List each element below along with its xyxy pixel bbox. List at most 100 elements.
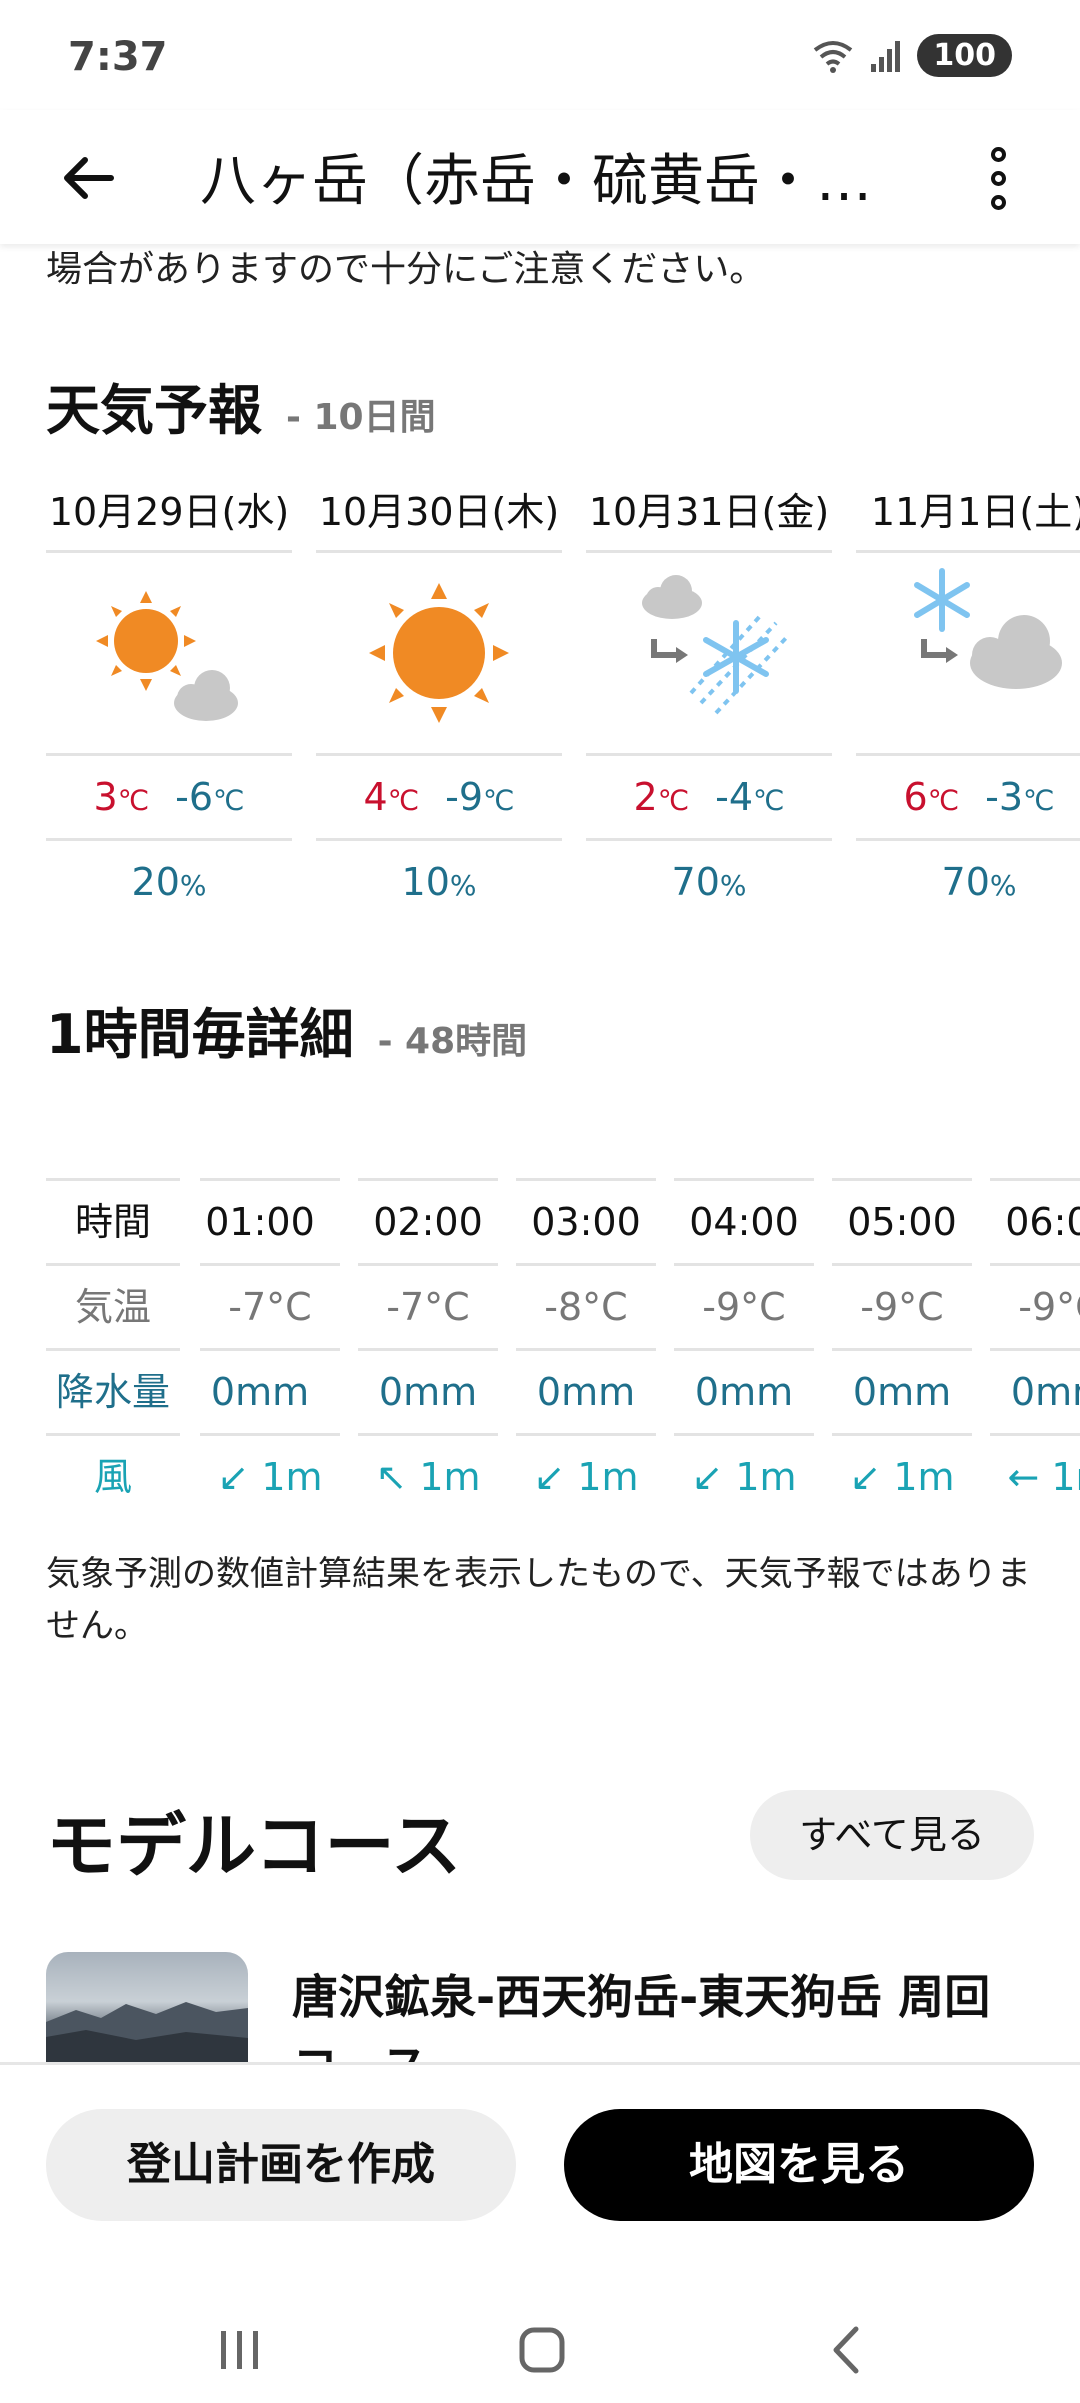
hourly-subtitle: - 48時間 [377, 1021, 528, 1062]
system-back-button[interactable] [806, 2315, 886, 2385]
recent-apps-button[interactable] [200, 2315, 280, 2385]
forecast-title: 天気予報 [46, 379, 262, 442]
model-course-title: モデルコース [46, 1805, 462, 1887]
recents-icon [221, 2331, 258, 2369]
mountain-photo [46, 2002, 248, 2062]
hour-time: 01:00 [200, 1178, 340, 1263]
home-button[interactable] [502, 2315, 582, 2385]
bottom-action-bar: 登山計画を作成 地図を見る [0, 2062, 1080, 2403]
hour-time: 02:00 [358, 1178, 498, 1263]
view-map-button[interactable]: 地図を見る [564, 2109, 1034, 2221]
hour-rain: 0mm [358, 1348, 498, 1433]
more-vert-icon [990, 146, 1006, 162]
hourly-table[interactable]: 時間 気温 降水量 風 01:00 -7°C 0mm ↙ 1m 02:00 -7… [46, 1178, 1080, 1498]
forecast-date: 10月31日(金) [586, 480, 832, 553]
forecast-day[interactable]: 10月31日(金) 2℃ -4℃ 70% [586, 480, 832, 900]
hourly-column: 04:00 -9°C 0mm ↙ 1m [674, 1178, 814, 1498]
forecast-day[interactable]: 10月29日(水) 3℃ -6℃ 20% [46, 480, 292, 900]
sunny-icon [316, 553, 562, 756]
hourly-column: 02:00 -7°C 0mm ↖ 1m [358, 1178, 498, 1498]
status-time: 7:37 [68, 34, 168, 80]
wind-direction-icon: ↙ [849, 1455, 882, 1498]
hourly-heading: 1時間毎詳細 - 48時間 [46, 990, 527, 1069]
hour-wind: ↙ 1m [832, 1433, 972, 1498]
hour-temp: -9°C [832, 1263, 972, 1348]
hour-time: 05:00 [832, 1178, 972, 1263]
course-thumbnail[interactable] [46, 1952, 248, 2062]
hourly-column: 06:00 -9°C 0mm ← 1m [990, 1178, 1080, 1498]
hour-wind: ↖ 1m [358, 1433, 498, 1498]
hour-rain: 0mm [832, 1348, 972, 1433]
hour-time: 03:00 [516, 1178, 656, 1263]
home-icon [519, 2327, 565, 2373]
more-vert-icon-dot [990, 194, 1006, 210]
hour-temp: -9°C [990, 1263, 1080, 1348]
label-wind: 風 [46, 1433, 180, 1498]
signal-icon [871, 40, 901, 72]
temp-low: -9℃ [445, 775, 515, 819]
battery-indicator: 100 [917, 34, 1012, 77]
app-bar: 八ヶ岳（赤岳・硫黄岳・… [0, 110, 1080, 244]
temp-low: -3℃ [985, 775, 1055, 819]
forecast-temps: 3℃ -6℃ [46, 756, 292, 841]
forecast-strip[interactable]: 10月29日(水) 3℃ -6℃ 20% 10月30日(木) 4℃ -9℃ 10… [46, 480, 1080, 900]
hourly-column: 03:00 -8°C 0mm ↙ 1m [516, 1178, 656, 1498]
arrow-left-icon [64, 157, 114, 199]
hour-temp: -7°C [358, 1263, 498, 1348]
forecast-date: 10月29日(水) [46, 480, 292, 553]
precip-probability: 20% [131, 860, 207, 900]
wind-direction-icon: ↙ [533, 1455, 566, 1498]
hour-rain: 0mm [516, 1348, 656, 1433]
precip-probability: 70% [671, 860, 747, 900]
forecast-date: 11月1日(土) [856, 480, 1080, 553]
temp-high: 6℃ [903, 775, 960, 819]
forecast-temps: 4℃ -9℃ [316, 756, 562, 841]
hour-rain: 0mm [674, 1348, 814, 1433]
wifi-icon [814, 40, 853, 73]
see-all-button[interactable]: すべて見る [750, 1790, 1034, 1880]
wind-direction-icon: ← [1007, 1455, 1040, 1498]
sunny-then-cloudy-icon [46, 553, 292, 756]
hourly-disclaimer: 気象予測の数値計算結果を表示したもので、天気予報ではありません。 [46, 1554, 1031, 1646]
hour-time: 04:00 [674, 1178, 814, 1263]
label-temp: 気温 [46, 1263, 180, 1348]
hour-wind: ← 1m [990, 1433, 1080, 1498]
wind-direction-icon: ↖ [375, 1455, 408, 1498]
snow-then-cloudy-icon [856, 553, 1080, 756]
more-options-button[interactable] [956, 136, 1040, 220]
hour-time: 06:00 [990, 1178, 1080, 1263]
label-time: 時間 [46, 1178, 180, 1263]
label-rain: 降水量 [46, 1348, 180, 1433]
hourly-column: 05:00 -9°C 0mm ↙ 1m [832, 1178, 972, 1498]
hourly-column: 01:00 -7°C 0mm ↙ 1m [200, 1178, 340, 1498]
chevron-left-icon [833, 2326, 859, 2374]
hour-wind: ↙ 1m [516, 1433, 656, 1498]
hour-wind: ↙ 1m [200, 1433, 340, 1498]
forecast-heading: 天気予報 - 10日間 [46, 366, 436, 445]
temp-low: -6℃ [175, 775, 245, 819]
temp-high: 4℃ [363, 775, 420, 819]
forecast-day[interactable]: 11月1日(土) 6℃ -3℃ 70% [856, 480, 1080, 900]
wind-direction-icon: ↙ [217, 1455, 250, 1498]
back-button[interactable] [46, 136, 130, 220]
forecast-temps: 6℃ -3℃ [856, 756, 1080, 841]
hour-wind: ↙ 1m [674, 1433, 814, 1498]
system-nav-bar [0, 2295, 1080, 2403]
hour-temp: -7°C [200, 1263, 340, 1348]
forecast-day[interactable]: 10月30日(木) 4℃ -9℃ 10% [316, 480, 562, 900]
hour-temp: -8°C [516, 1263, 656, 1348]
wind-direction-icon: ↙ [691, 1455, 724, 1498]
hour-rain: 0mm [200, 1348, 340, 1433]
create-plan-button[interactable]: 登山計画を作成 [46, 2109, 516, 2221]
forecast-temps: 2℃ -4℃ [586, 756, 832, 841]
forecast-date: 10月30日(木) [316, 480, 562, 553]
forecast-subtitle: - 10日間 [286, 397, 436, 438]
hour-temp: -9°C [674, 1263, 814, 1348]
cloudy-then-snow-icon [586, 553, 832, 756]
page-title: 八ヶ岳（赤岳・硫黄岳・… [200, 149, 872, 214]
hourly-row-labels: 時間 気温 降水量 風 [46, 1178, 180, 1498]
notice-text: 場合がありますので十分にご注意ください。 [46, 249, 766, 290]
more-vert-icon-dot [990, 170, 1006, 186]
temp-low: -4℃ [715, 775, 785, 819]
hourly-title: 1時間毎詳細 [46, 1003, 354, 1066]
